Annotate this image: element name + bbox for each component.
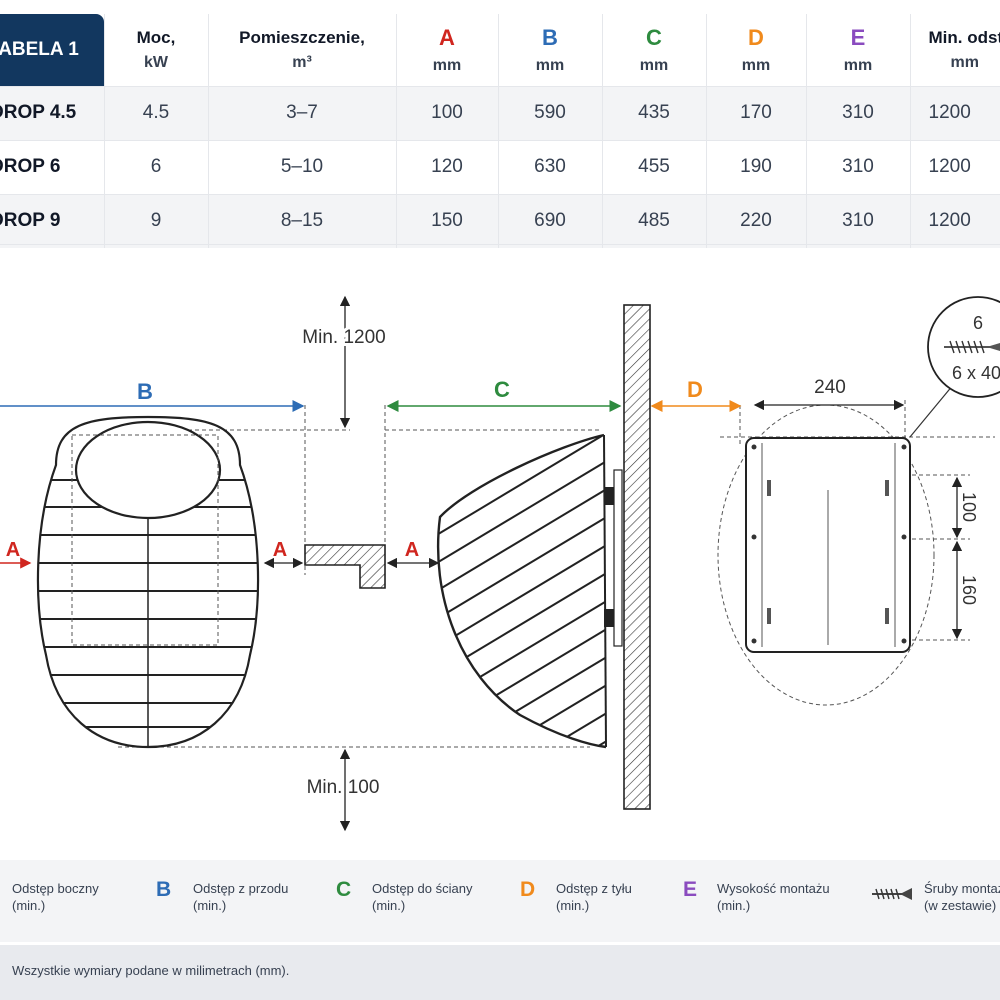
legend-item-b: Odstęp z przodu (min.) — [193, 881, 289, 913]
bracket-width-label: 240 — [814, 377, 846, 398]
cell-power: 4.5 — [104, 86, 209, 140]
mounting-bracket — [717, 400, 995, 706]
cell-a: 150 — [396, 194, 499, 248]
table-row: DROP 9 9 8–15 150 690 485 220 310 1200 — [0, 194, 1000, 248]
col-header-c: Cmm — [602, 14, 707, 86]
col-header-room: Pomieszczenie, m³ — [208, 14, 397, 86]
label-c: C — [494, 377, 510, 402]
cell-power: 9 — [104, 194, 209, 248]
model-name: DROP 6 — [0, 140, 105, 194]
legend-item-a: Odstęp boczny (min.) — [12, 881, 99, 913]
table-divider — [0, 244, 1000, 245]
cell-min-distance: 1200 — [910, 86, 1000, 140]
cell-room: 3–7 — [208, 86, 397, 140]
legend-item-e: Wysokość montażu (min.) — [717, 881, 830, 913]
cell-min-distance: 1200 — [910, 140, 1000, 194]
cell-b: 690 — [498, 194, 603, 248]
top-clearance-label: Min. 1200 — [302, 327, 385, 348]
heater-front-view — [36, 415, 260, 749]
col-header-d: Dmm — [706, 14, 807, 86]
cell-room: 5–10 — [208, 140, 397, 194]
cell-e: 310 — [806, 140, 911, 194]
col-header-e: Emm — [806, 14, 911, 86]
cell-power: 6 — [104, 140, 209, 194]
cell-d: 220 — [706, 194, 807, 248]
col-header-b: Bmm — [498, 14, 603, 86]
cell-e: 310 — [806, 86, 911, 140]
table-row: DROP 4.5 4.5 3–7 100 590 435 170 310 120… — [0, 86, 1000, 140]
footer: Wszystkie wymiary podane w milimetrach (… — [0, 945, 1000, 1000]
cell-b: 630 — [498, 140, 603, 194]
legend-item-c: Odstęp do ściany (min.) — [372, 881, 473, 913]
wall — [623, 304, 651, 810]
col-header-power: Moc, kW — [104, 14, 209, 86]
bracket-dim-2-label: 160 — [959, 575, 979, 605]
screw-callout: 6 6 x 40 — [909, 296, 1000, 438]
cell-d: 170 — [706, 86, 807, 140]
cell-min-distance: 1200 — [910, 194, 1000, 248]
bracket-dim-1-label: 100 — [959, 492, 979, 522]
cell-c: 455 — [602, 140, 707, 194]
cell-b: 590 — [498, 86, 603, 140]
cell-e: 310 — [806, 194, 911, 248]
heater-side-view — [436, 433, 623, 749]
screw-icon — [872, 888, 912, 900]
screw-dim-2-label: 6 x 40 — [952, 363, 1000, 383]
model-name: DROP 9 — [0, 194, 105, 248]
legend-letter-d: D — [520, 878, 536, 901]
cell-a: 100 — [396, 86, 499, 140]
col-header-min-distance: Min. odstępmm — [910, 14, 1000, 86]
screw-dim-1-label: 6 — [973, 313, 983, 333]
label-a-right: A — [405, 539, 419, 561]
legend-item-d: Odstęp z tyłu (min.) — [556, 881, 632, 913]
model-name: DROP 4.5 — [0, 86, 105, 140]
wall-section — [304, 544, 386, 589]
label-a-left: A — [6, 539, 20, 561]
cell-a: 120 — [396, 140, 499, 194]
legend-letter-e: E — [683, 878, 698, 901]
label-d: D — [687, 377, 703, 402]
legend-letter-c: C — [336, 878, 352, 901]
label-b: B — [137, 379, 153, 404]
cell-c: 435 — [602, 86, 707, 140]
installation-diagram: B C D Min. 1200 Min. 100 A A A 240 100 1… — [0, 295, 1000, 832]
table-title: TABELA 1 — [0, 14, 105, 86]
table-row: DROP 6 6 5–10 120 630 455 190 310 1200 — [0, 140, 1000, 194]
footnote: Wszystkie wymiary podane w milimetrach (… — [12, 963, 290, 978]
table-header-row: TABELA 1 Moc,kW Pomieszczenie,m³ Amm Bmm… — [0, 14, 1000, 86]
legend-letter-b: B — [156, 878, 172, 901]
label-a-mid: A — [273, 539, 287, 561]
cell-room: 8–15 — [208, 194, 397, 248]
cell-c: 485 — [602, 194, 707, 248]
spec-table: TABELA 1 Moc,kW Pomieszczenie,m³ Amm Bmm… — [0, 14, 1000, 248]
bottom-clearance-label: Min. 100 — [307, 777, 380, 798]
legend: Odstęp boczny (min.) B Odstęp z przodu (mi… — [0, 860, 1000, 942]
cell-d: 190 — [706, 140, 807, 194]
col-header-a: Amm — [396, 14, 499, 86]
legend-item-screws: Śruby montażowe(w zestawie) — [924, 881, 1000, 913]
